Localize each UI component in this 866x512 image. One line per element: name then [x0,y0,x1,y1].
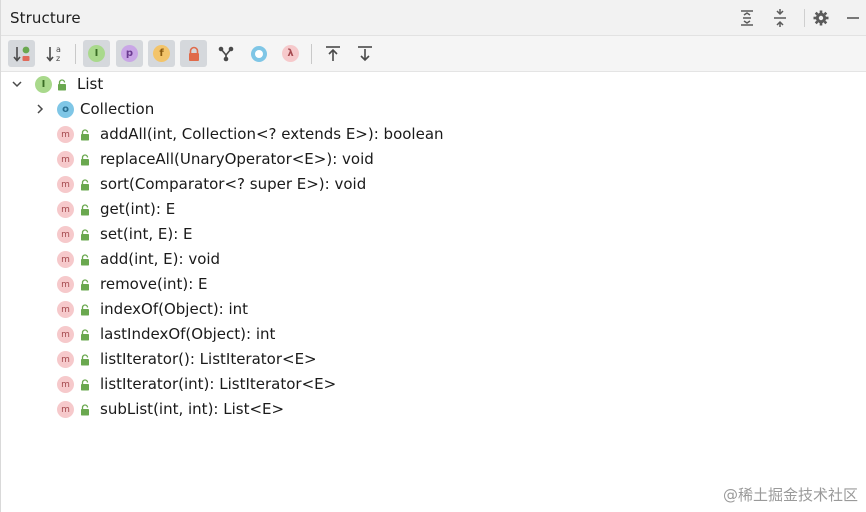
show-lambdas-button[interactable]: λ [277,40,304,67]
watermark: @稀土掘金技术社区 [722,486,858,504]
method-row[interactable]: m subList(int, int): List<E> [1,397,866,422]
method-row[interactable]: m remove(int): E [1,272,866,297]
method-row[interactable]: m add(int, E): void [1,247,866,272]
method-signature: remove(int): E [100,275,208,293]
method-signature: addAll(int, Collection<? extends E>): bo… [100,125,444,143]
chevron-down-icon[interactable] [10,77,24,91]
method-icon: m [57,126,74,143]
public-lock-icon [81,304,89,316]
gear-icon [813,10,829,26]
method-signature: replaceAll(UnaryOperator<E>): void [100,150,374,168]
interface-icon: I [35,76,52,93]
method-row[interactable]: m set(int, E): E [1,222,866,247]
method-signature: set(int, E): E [100,225,193,243]
show-anonymous-button[interactable] [212,40,239,67]
expand-all-icon [741,10,753,26]
show-inner-classes-button[interactable] [245,40,272,67]
public-lock-icon [81,379,89,391]
method-signature: sort(Comparator<? super E>): void [100,175,367,193]
public-lock-icon [81,404,89,416]
method-signature: indexOf(Object): int [100,300,249,318]
scroll-from-source-button[interactable] [319,40,346,67]
collapse-all-button[interactable] [769,7,791,29]
sort-alpha-icon: a z [45,45,61,63]
public-lock-icon [81,179,89,191]
lock-icon [188,46,199,61]
public-lock-icon [81,354,89,366]
toolbar-divider [75,44,76,64]
hide-panel-button[interactable] [842,7,864,29]
method-icon: m [57,176,74,193]
settings-button[interactable] [810,7,832,29]
header-divider [804,9,805,27]
interface-inherited-icon: I [88,45,105,62]
method-row[interactable]: m get(int): E [1,197,866,222]
method-icon: m [57,301,74,318]
public-lock-icon [81,129,89,141]
show-fields-button[interactable]: f [148,40,175,67]
method-signature: add(int, E): void [100,250,221,268]
method-signature: listIterator(int): ListIterator<E> [100,375,337,393]
method-icon: m [57,376,74,393]
public-lock-icon [58,79,66,91]
sort-by-visibility-button[interactable] [8,40,35,67]
svg-text:a: a [56,45,61,54]
navigate-down-icon [357,45,372,61]
method-icon: m [57,351,74,368]
tree-node-collection[interactable]: o Collection [1,97,866,122]
autoscroll-to-source-button[interactable] [351,40,378,67]
method-row[interactable]: m lastIndexOf(Object): int [1,322,866,347]
method-row[interactable]: m sort(Comparator<? super E>): void [1,172,866,197]
method-row[interactable]: m addAll(int, Collection<? extends E>): … [1,122,866,147]
method-signature: listIterator(): ListIterator<E> [100,350,317,368]
collapse-all-icon [774,9,786,27]
method-signature: lastIndexOf(Object): int [100,325,276,343]
method-icon: m [57,201,74,218]
method-icon: m [57,401,74,418]
method-signature: subList(int, int): List<E> [100,400,285,418]
field-icon: f [153,45,170,62]
method-row[interactable]: m replaceAll(UnaryOperator<E>): void [1,147,866,172]
method-signature: get(int): E [100,200,176,218]
method-row[interactable]: m listIterator(): ListIterator<E> [1,347,866,372]
panel-header: Structure [1,0,866,36]
property-icon: p [121,45,138,62]
public-lock-icon [81,254,89,266]
sort-alphabetically-button[interactable]: a z [41,40,68,67]
public-lock-icon [81,329,89,341]
method-icon: m [57,251,74,268]
method-icon: m [57,151,74,168]
method-icon: m [57,276,74,293]
lambda-icon: λ [282,45,299,62]
tree-node-label: List [77,75,104,93]
method-icon: m [57,326,74,343]
navigate-up-icon [325,45,340,61]
public-lock-icon [81,154,89,166]
show-properties-button[interactable]: p [116,40,143,67]
chevron-right-icon[interactable] [33,102,47,116]
svg-text:z: z [56,54,60,63]
method-row[interactable]: m listIterator(int): ListIterator<E> [1,372,866,397]
show-inherited-button[interactable]: I [83,40,110,67]
inner-class-icon [250,45,267,62]
method-row[interactable]: m indexOf(Object): int [1,297,866,322]
expand-all-button[interactable] [736,7,758,29]
public-lock-icon [81,279,89,291]
public-lock-icon [81,204,89,216]
inherited-interface-icon: o [57,101,74,118]
panel-title: Structure [10,9,81,27]
public-lock-icon [81,229,89,241]
toolbar-divider [311,44,312,64]
minimize-icon [847,17,859,19]
sort-by-visibility-icon [12,46,29,62]
structure-toolbar: a z I p f λ [1,36,866,72]
show-non-public-button[interactable] [180,40,207,67]
structure-panel: Structure a z I p f λ I List o Collectio… [0,0,866,512]
anonymous-classes-icon [218,46,233,61]
method-icon: m [57,226,74,243]
tree-node-label: Collection [80,100,155,118]
tree-node-root[interactable]: I List [1,72,866,97]
